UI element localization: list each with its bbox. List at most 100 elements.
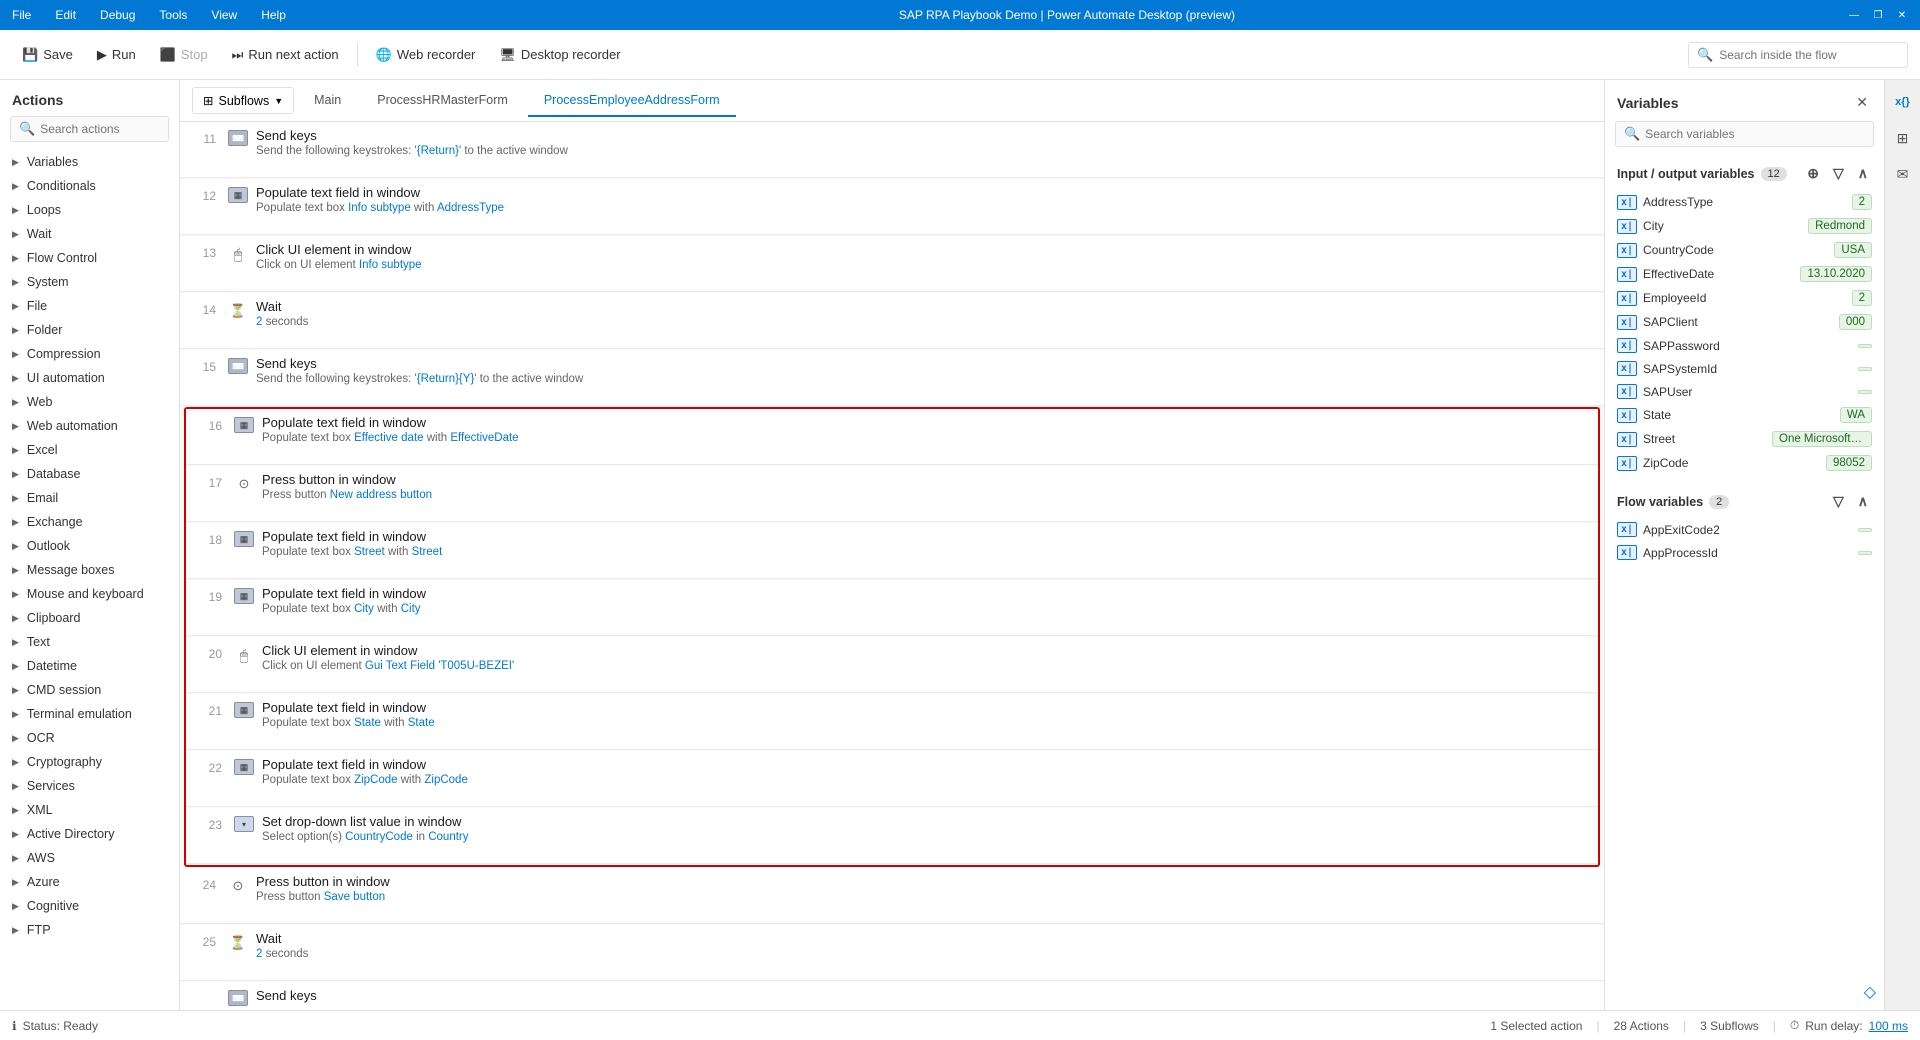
sidebar-item-active-directory[interactable]: ▶Active Directory xyxy=(0,822,179,846)
var-EffectiveDate[interactable]: x| EffectiveDate 13.10.2020 xyxy=(1613,262,1876,286)
flow-row-24[interactable]: 24 ⊙ Press button in window Press button… xyxy=(180,868,1604,924)
sidebar-item-text[interactable]: ▶Text xyxy=(0,630,179,654)
collapse-input-output-button[interactable]: ∧ xyxy=(1854,163,1872,184)
sidebar-item-aws[interactable]: ▶AWS xyxy=(0,846,179,870)
minimize-button[interactable]: — xyxy=(1844,5,1864,25)
variables-search-input[interactable] xyxy=(1645,127,1865,141)
sidebar-item-file[interactable]: ▶File xyxy=(0,294,179,318)
close-button[interactable]: ✕ xyxy=(1892,5,1912,25)
var-SAPClient[interactable]: x| SAPClient 000 xyxy=(1613,310,1876,334)
sidebar-item-web-automation[interactable]: ▶Web automation xyxy=(0,414,179,438)
sidebar-item-exchange[interactable]: ▶Exchange xyxy=(0,510,179,534)
title-bar-menus[interactable]: File Edit Debug Tools View Help xyxy=(8,6,290,24)
var-State[interactable]: x| State WA xyxy=(1613,403,1876,427)
right-edge-icon-3[interactable]: ✉ xyxy=(1889,160,1917,188)
flow-row-15[interactable]: 15 ⌨ Send keys Send the following keystr… xyxy=(180,350,1604,406)
flow-row-25[interactable]: 25 ⏳ Wait 2 seconds xyxy=(180,925,1604,981)
sidebar-item-web[interactable]: ▶Web xyxy=(0,390,179,414)
menu-tools[interactable]: Tools xyxy=(155,6,191,24)
save-button[interactable]: 💾 Save xyxy=(12,41,83,69)
maximize-button[interactable]: ❐ xyxy=(1868,5,1888,25)
sidebar-item-ocr[interactable]: ▶OCR xyxy=(0,726,179,750)
collapse-flow-variables-button[interactable]: ∧ xyxy=(1854,491,1872,512)
filter-variables-button[interactable]: ▽ xyxy=(1829,163,1848,184)
sidebar-item-wait[interactable]: ▶Wait xyxy=(0,222,179,246)
var-City[interactable]: x| City Redmond xyxy=(1613,214,1876,238)
flow-row-12[interactable]: 12 ▦ Populate text field in window Popul… xyxy=(180,179,1604,235)
var-AppProcessId[interactable]: x| AppProcessId xyxy=(1613,541,1876,564)
flow-row-18[interactable]: 18 ▦ Populate text field in window Popul… xyxy=(186,523,1598,579)
var-SAPPassword[interactable]: x| SAPPassword xyxy=(1613,334,1876,357)
right-edge-icon-1[interactable]: x{} xyxy=(1889,88,1917,116)
search-in-flow[interactable]: 🔍 xyxy=(1688,42,1908,68)
var-CountryCode[interactable]: x| CountryCode USA xyxy=(1613,238,1876,262)
sidebar-item-message-boxes[interactable]: ▶Message boxes xyxy=(0,558,179,582)
sidebar-item-excel[interactable]: ▶Excel xyxy=(0,438,179,462)
menu-edit[interactable]: Edit xyxy=(51,6,80,24)
sidebar-item-system[interactable]: ▶System xyxy=(0,270,179,294)
web-recorder-button[interactable]: 🌐 Web recorder xyxy=(366,41,486,69)
variables-search-box[interactable]: 🔍 xyxy=(1615,121,1874,147)
var-ZipCode[interactable]: x| ZipCode 98052 xyxy=(1613,451,1876,475)
sidebar-item-ui-automation[interactable]: ▶UI automation xyxy=(0,366,179,390)
sidebar-item-azure[interactable]: ▶Azure xyxy=(0,870,179,894)
run-delay-value[interactable]: 100 ms xyxy=(1869,1019,1908,1033)
flow-row-19[interactable]: 19 ▦ Populate text field in window Popul… xyxy=(186,580,1598,636)
menu-file[interactable]: File xyxy=(8,6,35,24)
var-AppExitCode2[interactable]: x| AppExitCode2 xyxy=(1613,518,1876,541)
close-variables-button[interactable]: ✕ xyxy=(1852,92,1872,113)
var-SAPSystemId[interactable]: x| SAPSystemId xyxy=(1613,357,1876,380)
flow-row-11[interactable]: 11 ⌨ Send keys Send the following keystr… xyxy=(180,122,1604,178)
var-Street[interactable]: x| Street One Microsoft Way xyxy=(1613,427,1876,451)
flow-row-17[interactable]: 17 ⊙ Press button in window Press button… xyxy=(186,466,1598,522)
right-edge-icon-2[interactable]: ⊞ xyxy=(1889,124,1917,152)
sidebar-item-clipboard[interactable]: ▶Clipboard xyxy=(0,606,179,630)
sidebar-item-cmd-session[interactable]: ▶CMD session xyxy=(0,678,179,702)
sidebar-item-cognitive[interactable]: ▶Cognitive xyxy=(0,894,179,918)
sidebar-item-xml[interactable]: ▶XML xyxy=(0,798,179,822)
run-next-action-button[interactable]: ⏭ Run next action xyxy=(222,41,349,69)
sidebar-item-variables[interactable]: ▶Variables xyxy=(0,150,179,174)
sidebar-item-mouse-keyboard[interactable]: ▶Mouse and keyboard xyxy=(0,582,179,606)
sidebar-item-flow-control[interactable]: ▶Flow Control xyxy=(0,246,179,270)
window-controls[interactable]: — ❐ ✕ xyxy=(1844,5,1912,25)
sidebar-item-cryptography[interactable]: ▶Cryptography xyxy=(0,750,179,774)
filter-flow-variables-button[interactable]: ▽ xyxy=(1829,491,1848,512)
sidebar-item-outlook[interactable]: ▶Outlook xyxy=(0,534,179,558)
var-SAPUser[interactable]: x| SAPUser xyxy=(1613,380,1876,403)
flow-row-16[interactable]: 16 ▦ Populate text field in window Popul… xyxy=(186,409,1598,465)
flow-row-22[interactable]: 22 ▦ Populate text field in window Popul… xyxy=(186,751,1598,807)
sidebar-item-datetime[interactable]: ▶Datetime xyxy=(0,654,179,678)
stop-button[interactable]: ⬛ Stop xyxy=(150,41,218,69)
menu-debug[interactable]: Debug xyxy=(96,6,139,24)
actions-search-input[interactable] xyxy=(40,122,160,136)
flow-row-next[interactable]: ⌨ Send keys xyxy=(180,982,1604,1010)
sidebar-item-email[interactable]: ▶Email xyxy=(0,486,179,510)
sidebar-item-terminal-emulation[interactable]: ▶Terminal emulation xyxy=(0,702,179,726)
desktop-recorder-button[interactable]: 🖥 Desktop recorder xyxy=(489,41,630,69)
tab-process-hr-master-form[interactable]: ProcessHRMasterForm xyxy=(361,85,524,117)
tab-process-employee-address-form[interactable]: ProcessEmployeeAddressForm xyxy=(528,85,736,117)
add-variable-button[interactable]: ⊕ xyxy=(1803,163,1823,184)
flow-row-21[interactable]: 21 ▦ Populate text field in window Popul… xyxy=(186,694,1598,750)
flow-row-14[interactable]: 14 ⏳ Wait 2 seconds xyxy=(180,293,1604,349)
menu-view[interactable]: View xyxy=(207,6,241,24)
flow-row-20[interactable]: 20 🖱 Click UI element in window Click on… xyxy=(186,637,1598,693)
menu-help[interactable]: Help xyxy=(257,6,290,24)
sidebar-item-ftp[interactable]: ▶FTP xyxy=(0,918,179,942)
flow-row-13[interactable]: 13 🖱 Click UI element in window Click on… xyxy=(180,236,1604,292)
variables-diamond-icon[interactable]: ◇ xyxy=(1864,982,1876,1002)
subflows-button[interactable]: ⊞ Subflows ▼ xyxy=(192,87,294,114)
sidebar-item-compression[interactable]: ▶Compression xyxy=(0,342,179,366)
sidebar-item-folder[interactable]: ▶Folder xyxy=(0,318,179,342)
sidebar-item-services[interactable]: ▶Services xyxy=(0,774,179,798)
flow-variables-section-header[interactable]: Flow variables 2 ▽ ∧ xyxy=(1613,483,1876,518)
sidebar-item-conditionals[interactable]: ▶Conditionals xyxy=(0,174,179,198)
var-EmployeeId[interactable]: x| EmployeeId 2 xyxy=(1613,286,1876,310)
sidebar-item-database[interactable]: ▶Database xyxy=(0,462,179,486)
input-output-section-header[interactable]: Input / output variables 12 ⊕ ▽ ∧ xyxy=(1613,155,1876,190)
search-in-flow-input[interactable] xyxy=(1719,48,1899,62)
flow-row-23[interactable]: 23 ▾ Set drop-down list value in window … xyxy=(186,808,1598,864)
tab-main[interactable]: Main xyxy=(298,85,357,117)
var-AddressType[interactable]: x| AddressType 2 xyxy=(1613,190,1876,214)
